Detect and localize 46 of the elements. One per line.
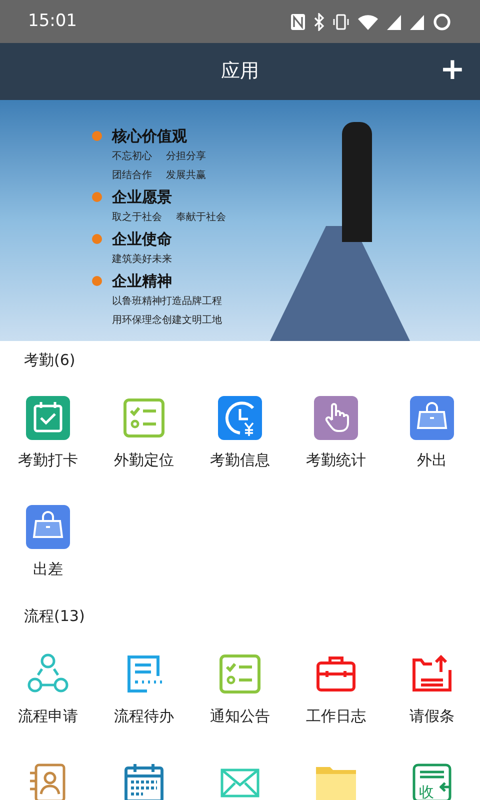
battery-ring-icon [432, 12, 452, 32]
banner-heading: 企业使命 [112, 229, 172, 249]
banner-heading: 企业精神 [112, 271, 172, 291]
banner-heading: 企业愿景 [112, 187, 172, 207]
app-tile[interactable]: 考勤统计 [288, 379, 384, 488]
banner-text: 奉献于社会 [176, 210, 226, 225]
handbag-icon [26, 505, 70, 549]
vibrate-icon [332, 12, 350, 30]
app-tile[interactable]: 外出 [384, 379, 480, 488]
banner-text: 团结合作 [112, 168, 152, 183]
app-tile[interactable]: 流程待办 [96, 635, 192, 744]
app-tile[interactable]: 考勤打卡 [0, 379, 96, 488]
page-title: 应用 [221, 59, 259, 84]
app-tile[interactable]: 请假条 [384, 635, 480, 744]
wifi-icon [357, 12, 379, 30]
banner-text: 发展共赢 [166, 168, 206, 183]
signal-icon [409, 12, 425, 30]
section-title: 流程(13) [24, 606, 85, 627]
app-tile[interactable]: 工作日志 [288, 635, 384, 744]
section-title: 考勤(6) [24, 350, 76, 371]
receive-glyph: 收 [419, 783, 434, 800]
handbag-icon [410, 396, 454, 440]
app-tile[interactable]: 外勤定位 [96, 379, 192, 488]
add-button[interactable]: + [438, 55, 466, 85]
app-tile[interactable]: 流程申请 [0, 635, 96, 744]
banner-heading: 核心价值观 [112, 126, 187, 146]
checklist-icon [122, 396, 166, 440]
banner-text: 建筑美好未来 [112, 252, 172, 267]
bluetooth-icon [313, 12, 325, 30]
banner-text: 分担分享 [166, 150, 206, 164]
banner-text: 用环保理念创建文明工地 [112, 314, 222, 328]
banner-text: 不忘初心 [112, 150, 152, 164]
signal-icon [386, 12, 402, 30]
status-time: 15:01 [28, 10, 77, 33]
calendar-check-icon [26, 396, 70, 440]
banner-text: 以鲁班精神打造品牌工程 [112, 294, 222, 309]
calendar-icon [122, 761, 166, 800]
app-tile[interactable]: 考勤信息 [192, 379, 288, 488]
app-tile[interactable]: 收 [384, 744, 480, 800]
app-tile[interactable]: 出差 [0, 488, 96, 597]
app-tile[interactable]: 通知公告 [192, 635, 288, 744]
banner-text: 取之于社会 [112, 210, 162, 225]
checklist-icon [218, 652, 262, 696]
clock-yen-icon [218, 396, 262, 440]
nfc-icon [290, 12, 306, 30]
pointing-hand-icon [314, 396, 358, 440]
